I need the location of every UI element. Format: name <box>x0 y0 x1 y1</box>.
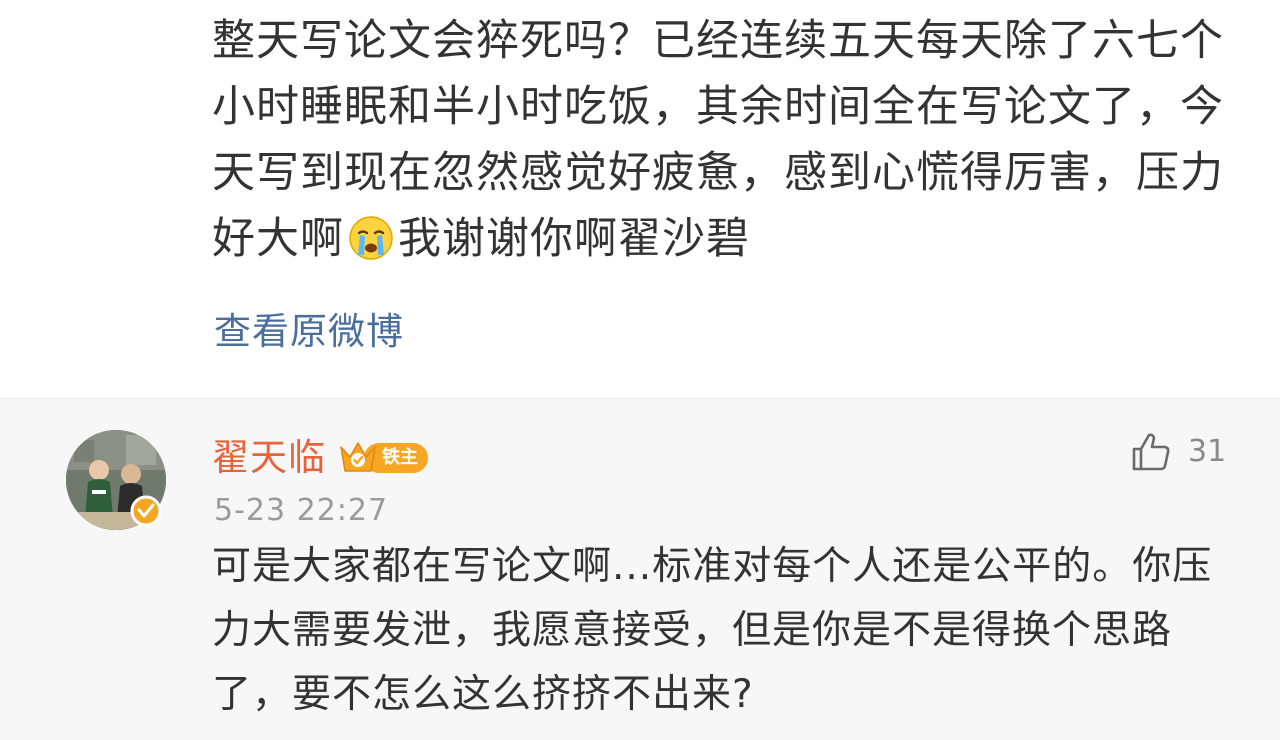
reply-comment: 翟天临 铁主 5-23 22:27 31 可是大家都在写论文啊...标准对每个人… <box>0 399 1280 740</box>
like-count: 31 <box>1188 434 1227 469</box>
fan-badge: 铁主 <box>338 440 428 476</box>
username[interactable]: 翟天临 <box>212 435 326 481</box>
verified-badge-icon <box>130 495 162 527</box>
like-button[interactable]: 31 <box>1130 431 1226 473</box>
quoted-post: 整天写论文会猝死吗？已经连续五天每天除了六七个小时睡眠和半小时吃饭，其余时间全在… <box>0 0 1280 398</box>
thumbs-up-icon <box>1132 433 1170 471</box>
crying-face-icon <box>349 216 393 260</box>
quoted-post-text: 整天写论文会猝死吗？已经连续五天每天除了六七个小时睡眠和半小时吃饭，其余时间全在… <box>212 8 1232 272</box>
quoted-post-text-part2: 我谢谢你啊翟沙碧 <box>398 214 750 264</box>
timestamp: 5-23 22:27 <box>214 493 389 528</box>
view-original-link[interactable]: 查看原微博 <box>214 304 404 360</box>
reply-text: 可是大家都在写论文啊...标准对每个人还是公平的。你压力大需要发泄，我愿意接受，… <box>212 544 1213 717</box>
crown-icon <box>340 442 376 472</box>
